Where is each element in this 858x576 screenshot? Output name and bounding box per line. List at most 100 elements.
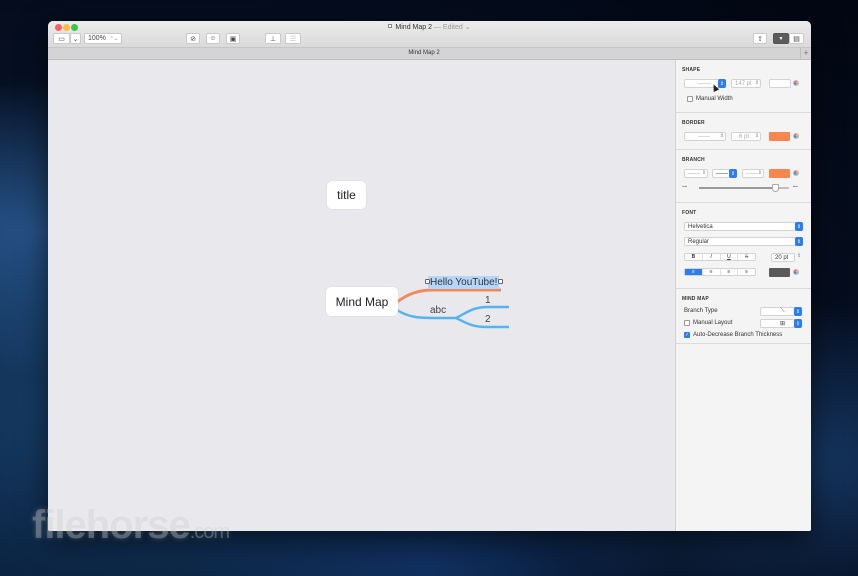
manual-layout-checkbox[interactable] (684, 320, 690, 326)
thin-line-icon: ⊶ (682, 184, 687, 190)
font-section-title: FONT (682, 210, 697, 216)
font-style-value: Regular (688, 238, 710, 245)
zoom-value: 100% (88, 35, 106, 42)
branch-end-select[interactable]: —— ⇕ (742, 169, 764, 178)
stepper-icon: ⇕ (718, 79, 726, 88)
layout-select[interactable]: ⊞ ⇕ (760, 319, 802, 328)
selection-handle-left[interactable] (425, 279, 430, 284)
note-button[interactable]: ☰ (285, 33, 301, 44)
slider-knob[interactable] (772, 184, 779, 192)
view-menu-button[interactable]: ⌄ (70, 33, 81, 44)
underline-button[interactable]: U (721, 254, 739, 260)
color-wheel-icon[interactable] (793, 133, 799, 139)
chevron-down-icon: ⌄ (72, 35, 79, 43)
stepper-icon: ⇕ (794, 319, 802, 328)
branch-thickness-slider[interactable] (699, 184, 789, 192)
border-style-value: —— (698, 133, 710, 140)
color-wheel-icon[interactable] (793, 80, 799, 86)
leaf-node-2[interactable]: 2 (485, 314, 491, 325)
border-width-input[interactable]: 6 pt ⇕ (731, 132, 761, 141)
edited-status[interactable]: — Edited (434, 24, 463, 31)
branch-type-select[interactable]: ⟍ ⇕ (760, 307, 802, 316)
align-justify-button[interactable]: ≡ (738, 269, 755, 275)
border-color-swatch[interactable] (769, 132, 790, 141)
hello-youtube-text[interactable]: Hello YouTube! (430, 277, 497, 288)
shape-select[interactable]: —— ⇕ (684, 79, 726, 88)
watermark-suffix: .com (189, 521, 230, 543)
tab-bar: Mind Map 2 + (48, 48, 811, 60)
italic-button[interactable]: I (703, 254, 721, 260)
border-section-title: BORDER (682, 120, 705, 126)
color-wheel-icon[interactable] (793, 269, 799, 275)
add-tab-button[interactable]: + (800, 48, 811, 60)
window-title-text: Mind Map 2 (395, 24, 432, 31)
tab-mind-map-2[interactable]: Mind Map 2 (48, 50, 800, 56)
branch-section-title: BRANCH (682, 157, 705, 163)
branch-line-1[interactable] (455, 305, 509, 320)
font-family-select[interactable]: Helvetica ⇕ (684, 222, 803, 231)
font-size-input[interactable]: 20 pt (771, 253, 795, 262)
branch-line-2[interactable] (455, 316, 509, 329)
share-icon: ⇧ (757, 35, 763, 43)
manual-width-label: Manual Width (696, 96, 733, 102)
auto-decrease-label: Auto-Decrease Branch Thickness (693, 332, 783, 338)
mindmap-section-title: MIND MAP (682, 296, 709, 302)
add-child-button[interactable]: ⊥ (265, 33, 281, 44)
branch-section: BRANCH —— ⇕ —— ⇕ —— ⇕ ⊶ ⊷ (676, 150, 811, 203)
font-style-select[interactable]: Regular ⇕ (684, 237, 803, 246)
bold-button[interactable]: B (685, 254, 703, 260)
branch-line-select[interactable]: —— ⇕ (712, 169, 737, 178)
strikethrough-button[interactable]: S (738, 254, 755, 260)
font-size-stepper[interactable]: ⇕ (797, 253, 801, 259)
image-icon: ▣ (229, 35, 237, 43)
color-wheel-icon[interactable] (793, 170, 799, 176)
align-left-button[interactable]: ≡ (685, 269, 703, 275)
selection-handle-right[interactable] (498, 279, 503, 284)
document-icon: ▤ (793, 35, 800, 43)
no-style-button[interactable]: ⊘ (186, 33, 200, 44)
branch-color-swatch[interactable] (769, 169, 790, 178)
format-inspector-button[interactable]: ▼ (773, 33, 789, 44)
stepper-icon: ⇕ (719, 133, 724, 139)
auto-decrease-checkbox[interactable]: ✓ (684, 332, 690, 338)
sidebar-icon: ▭ (58, 35, 65, 43)
branch-line-abc[interactable] (396, 308, 458, 320)
manual-width-checkbox[interactable] (687, 96, 693, 102)
font-color-swatch[interactable] (769, 268, 790, 277)
sticker-icon: ☺ (209, 35, 217, 42)
document-inspector-button[interactable]: ▤ (789, 33, 804, 44)
hello-youtube-node[interactable]: Hello YouTube! (428, 276, 500, 289)
shape-fill-color[interactable] (769, 79, 791, 88)
leaf-node-1[interactable]: 1 (485, 295, 491, 306)
title-node[interactable]: title (327, 181, 366, 209)
prohibited-icon: ⊘ (190, 35, 196, 43)
title-node-text: title (337, 188, 356, 202)
align-center-button[interactable]: ≡ (703, 269, 721, 275)
shape-select-value: —— (698, 80, 710, 87)
thick-line-icon: ⊷ (793, 184, 798, 190)
sticker-button[interactable]: ☺ (206, 33, 220, 44)
border-style-select[interactable]: —— ⇕ (684, 132, 726, 141)
shape-width-input[interactable]: 147 pt ⇕ (731, 79, 761, 88)
stepper-icon: ⇕ (757, 170, 762, 176)
stepper-icon: ⇕ (795, 237, 803, 246)
stepper-icon: ⇕ (795, 222, 803, 231)
note-icon: ☰ (289, 35, 297, 43)
sidebar-toggle-button[interactable]: ▭ (53, 33, 70, 44)
image-button[interactable]: ▣ (226, 33, 240, 44)
align-right-button[interactable]: ≡ (721, 269, 739, 275)
share-button[interactable]: ⇧ (753, 33, 767, 44)
format-inspector: SHAPE —— ⇕ 147 pt ⇕ Manual Width BORDER … (675, 60, 811, 531)
stepper-icon: ⇕ (754, 80, 759, 86)
branch-type-icon: ⟍ (780, 308, 785, 314)
zoom-select[interactable]: 100% ⌃⌄ (84, 33, 122, 44)
alignment-buttons: ≡ ≡ ≡ ≡ (684, 268, 756, 276)
abc-node[interactable]: abc (430, 305, 446, 316)
shape-width-value: 147 pt (735, 80, 752, 87)
stepper-icon: ⇕ (794, 307, 802, 316)
chevron-down-icon: ⌄ (464, 24, 471, 31)
mind-map-canvas[interactable]: title Mind Map Hello YouTube! abc 1 2 (48, 60, 675, 531)
shape-section-title: SHAPE (682, 67, 701, 73)
branch-start-select[interactable]: —— ⇕ (684, 169, 708, 178)
root-node[interactable]: Mind Map (326, 287, 398, 316)
